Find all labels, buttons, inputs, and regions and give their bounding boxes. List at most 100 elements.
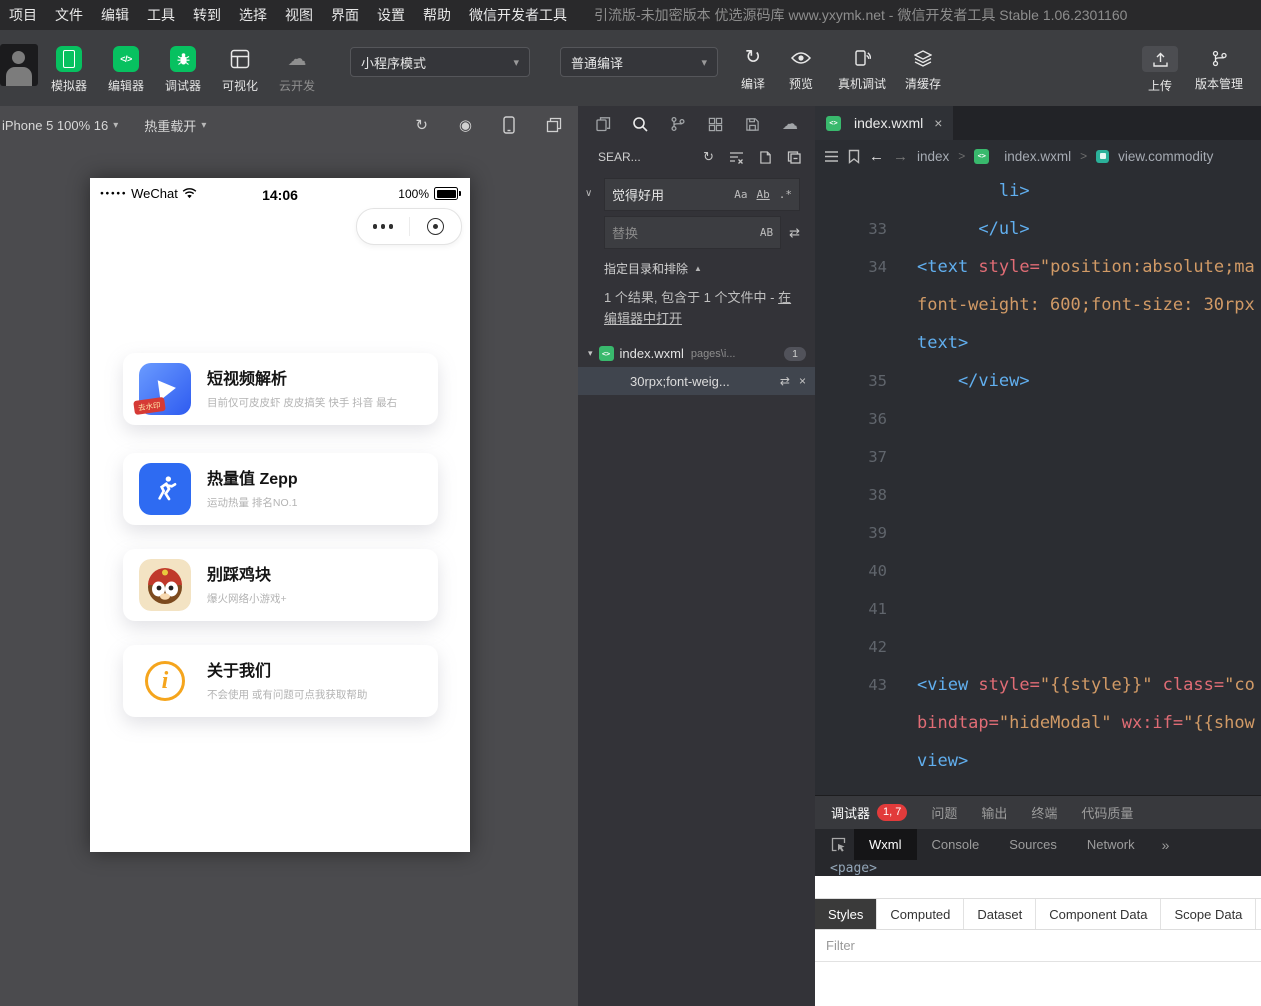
capsule-home-button[interactable]	[410, 209, 462, 244]
card-video-parse[interactable]: 去水印 短视频解析 目前仅可皮皮虾 皮皮搞笑 快手 抖音 最右	[123, 353, 438, 425]
tab-component-data[interactable]: Component Data	[1036, 899, 1161, 929]
code-lines[interactable]: li>33 </ul>34<text style="position:absol…	[815, 172, 1261, 795]
tab-computed[interactable]: Computed	[877, 899, 964, 929]
inspect-icon[interactable]	[831, 837, 846, 852]
match-case-toggle[interactable]: Aa	[734, 188, 747, 201]
avatar[interactable]	[0, 44, 38, 86]
cloud-dev-button[interactable]: ☁ 云开发	[274, 46, 320, 94]
code-line[interactable]: 40	[815, 552, 1261, 590]
code-line[interactable]: 42	[815, 628, 1261, 666]
upload-button[interactable]: 上传	[1138, 46, 1182, 94]
code-line[interactable]: 43<view style="{{style}}" class="co	[815, 666, 1261, 704]
card-game[interactable]: 别踩鸡块 爆火网络小游戏+	[123, 549, 438, 621]
code-line[interactable]: 35 </view>	[815, 362, 1261, 400]
menu-edit[interactable]: 编辑	[92, 5, 138, 25]
hot-reload-select[interactable]: 热重载开 ▾	[144, 116, 206, 135]
replace-all-icon[interactable]: ⇄	[789, 225, 800, 241]
device-frame-icon[interactable]	[503, 116, 515, 134]
menu-interface[interactable]: 界面	[322, 5, 368, 25]
regex-toggle[interactable]: .*	[779, 188, 792, 201]
preserve-case-toggle[interactable]: AB	[760, 226, 773, 239]
bookmark-icon[interactable]	[848, 149, 860, 164]
code-line[interactable]: li>	[815, 172, 1261, 210]
card-about[interactable]: i 关于我们 不会使用 或有问题可点我获取帮助	[123, 645, 438, 717]
cloud-icon[interactable]: ☁	[780, 114, 800, 134]
tab-scope-data[interactable]: Scope Data	[1161, 899, 1256, 929]
menu-devtools[interactable]: 微信开发者工具	[460, 5, 576, 25]
extensions-icon[interactable]	[705, 114, 725, 134]
section-code-quality[interactable]: 代码质量	[1081, 803, 1133, 822]
close-tab-icon[interactable]: ×	[934, 115, 942, 131]
tab-index-wxml[interactable]: <> index.wxml ×	[815, 106, 953, 140]
visualization-button[interactable]: 可视化	[217, 46, 263, 94]
code-line[interactable]: 38	[815, 476, 1261, 514]
section-problems[interactable]: 问题	[931, 803, 957, 822]
outline-icon[interactable]	[824, 150, 839, 163]
breadcrumb-symbol[interactable]: view.commodity	[1118, 149, 1213, 164]
explorer-icon[interactable]	[593, 114, 613, 134]
whole-word-toggle[interactable]: Ab	[757, 188, 770, 201]
code-line[interactable]: text>	[815, 324, 1261, 362]
clear-results-icon[interactable]	[729, 150, 744, 165]
collapse-all-icon[interactable]	[787, 150, 802, 165]
menu-project[interactable]: 项目	[0, 5, 46, 25]
toggle-replace-icon[interactable]: ∨	[585, 188, 592, 199]
tab-wxml[interactable]: Wxml	[854, 829, 917, 860]
section-output[interactable]: 输出	[981, 803, 1007, 822]
more-tabs-icon[interactable]: »	[1162, 837, 1170, 853]
menu-tools[interactable]: 工具	[138, 5, 184, 25]
preview-button[interactable]: 预览	[779, 46, 823, 92]
menu-help[interactable]: 帮助	[414, 5, 460, 25]
refresh-icon[interactable]: ↻	[415, 116, 428, 134]
forward-icon[interactable]: →	[893, 148, 908, 165]
element-tree-node[interactable]: <page>	[815, 860, 1261, 876]
editor-toggle-button[interactable]: </> 编辑器	[103, 46, 149, 94]
card-zepp[interactable]: 热量值 Zepp 运动热量 排名NO.1	[123, 453, 438, 525]
menu-goto[interactable]: 转到	[184, 5, 230, 25]
tab-dataset[interactable]: Dataset	[964, 899, 1036, 929]
code-line[interactable]: 33 </ul>	[815, 210, 1261, 248]
code-line[interactable]: 41	[815, 590, 1261, 628]
clear-cache-button[interactable]: 清缓存	[899, 46, 947, 92]
code-line[interactable]: bindtap="hideModal" wx:if="{{show	[815, 704, 1261, 742]
mode-select[interactable]: 小程序模式 ▾	[350, 47, 530, 77]
version-control-button[interactable]: 版本管理	[1186, 46, 1252, 92]
code-line[interactable]: 39	[815, 514, 1261, 552]
debugger-toggle-button[interactable]: 调试器	[160, 46, 206, 94]
code-line[interactable]: view>	[815, 742, 1261, 780]
device-select[interactable]: iPhone 5 100% 16 ▾	[2, 118, 118, 133]
menu-settings[interactable]: 设置	[368, 5, 414, 25]
code-line[interactable]: font-weight: 600;font-size: 30rpx	[815, 286, 1261, 324]
search-icon[interactable]	[630, 114, 650, 134]
menu-view[interactable]: 视图	[276, 5, 322, 25]
result-match-row[interactable]: 30rpx;font-weig... ⇄ ×	[578, 367, 815, 395]
compile-button[interactable]: ↻ 编译	[731, 46, 775, 92]
git-icon[interactable]	[668, 114, 688, 134]
result-file-row[interactable]: ▾ <> index.wxml pages\i... 1	[578, 340, 815, 367]
remote-debug-button[interactable]: 真机调试	[833, 46, 891, 92]
code-line[interactable]: 36	[815, 400, 1261, 438]
replace-input[interactable]: 替换 AB	[604, 216, 781, 249]
include-exclude-toggle[interactable]: 指定目录和排除 ▲	[604, 260, 800, 277]
menu-file[interactable]: 文件	[46, 5, 92, 25]
tab-styles[interactable]: Styles	[815, 899, 877, 929]
tab-network[interactable]: Network	[1072, 829, 1150, 860]
capsule-more-button[interactable]	[357, 209, 409, 244]
filter-input[interactable]: Filter	[815, 930, 1261, 962]
replace-match-icon[interactable]: ⇄	[780, 374, 790, 388]
compile-mode-select[interactable]: 普通编译 ▾	[560, 47, 718, 77]
refresh-results-icon[interactable]: ↻	[703, 149, 714, 165]
breadcrumb-file[interactable]: index.wxml	[1004, 149, 1071, 164]
section-terminal[interactable]: 终端	[1031, 803, 1057, 822]
breadcrumb-index[interactable]: index	[917, 149, 949, 164]
tab-sources[interactable]: Sources	[994, 829, 1072, 860]
code-line[interactable]: 37	[815, 438, 1261, 476]
code-line[interactable]: 34<text style="position:absolute;ma	[815, 248, 1261, 286]
dismiss-match-icon[interactable]: ×	[799, 374, 806, 388]
simulator-toggle-button[interactable]: 模拟器	[46, 46, 92, 94]
screenshot-icon[interactable]	[546, 117, 562, 133]
menu-selection[interactable]: 选择	[230, 5, 276, 25]
record-icon[interactable]: ◉	[459, 116, 472, 134]
save-icon[interactable]	[743, 114, 763, 134]
back-icon[interactable]: ←	[869, 148, 884, 165]
